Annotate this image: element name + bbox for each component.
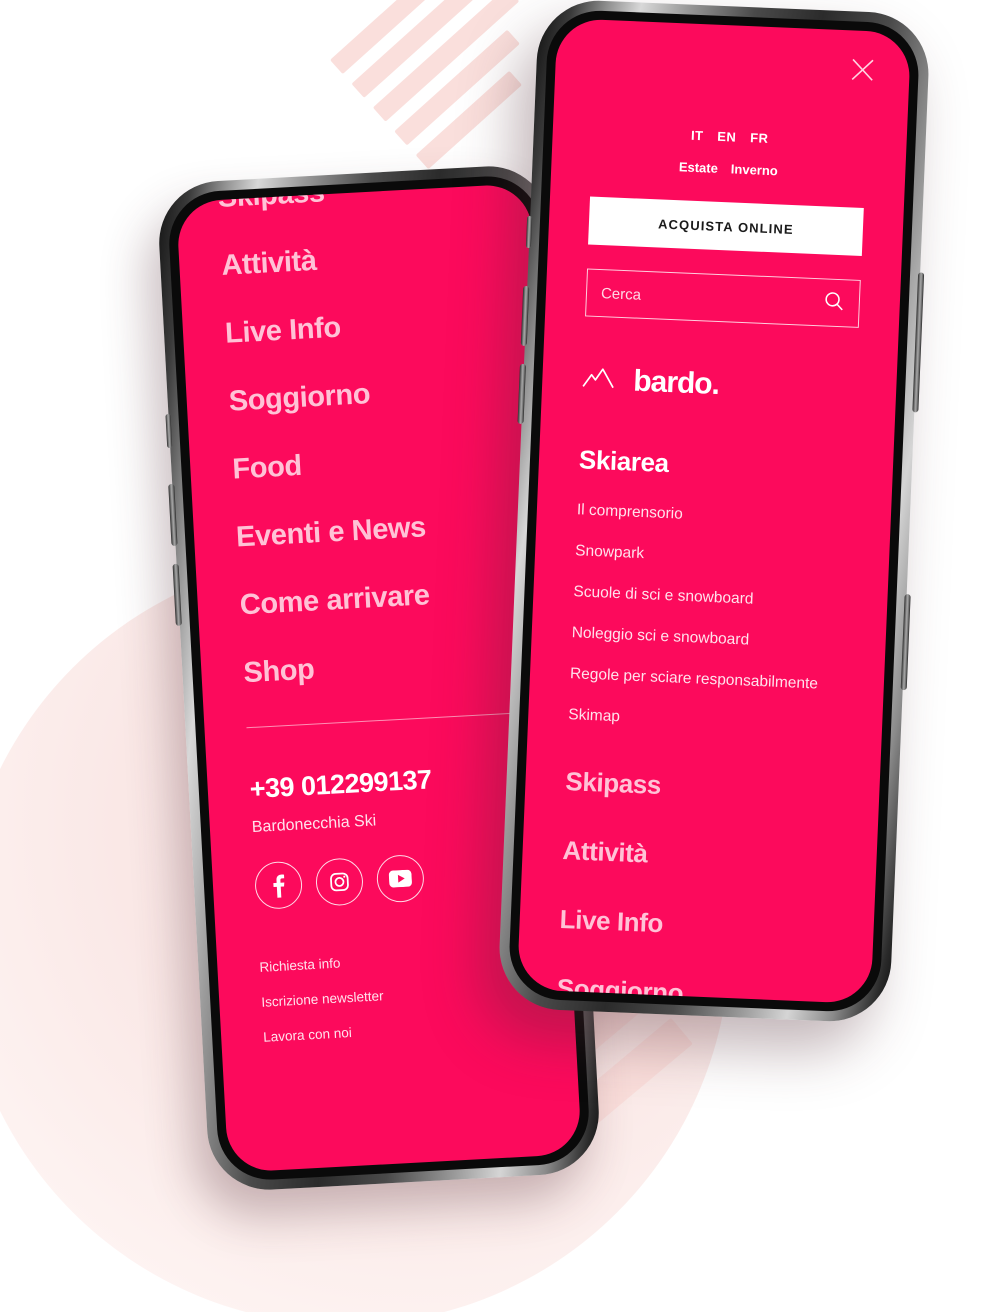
phone-device-front: IT EN FR Estate Inverno ACQUISTA ONLINE … <box>497 0 931 1024</box>
front-nav-item-soggiorno[interactable]: Soggiorno <box>556 973 831 1004</box>
language-option-fr[interactable]: FR <box>750 130 769 146</box>
season-option-estate[interactable]: Estate <box>679 159 719 176</box>
sidebar-item-come-arrivare[interactable]: Come arrivare <box>239 577 510 621</box>
close-icon[interactable] <box>849 56 876 83</box>
phone-bezel-front: IT EN FR Estate Inverno ACQUISTA ONLINE … <box>507 8 921 1014</box>
search-input[interactable]: Cerca <box>585 268 861 328</box>
season-option-inverno[interactable]: Inverno <box>731 161 779 178</box>
instagram-icon[interactable] <box>314 857 365 907</box>
search-placeholder: Cerca <box>600 284 642 304</box>
section-heading-skiarea[interactable]: Skiarea <box>578 444 853 486</box>
youtube-icon[interactable] <box>375 853 426 904</box>
facebook-icon[interactable] <box>253 860 304 910</box>
sub-link-noleggio-sci-e-snowboard[interactable]: Noleggio sci e snowboard <box>571 624 846 653</box>
sidebar-item-skipass[interactable]: Skipass <box>217 183 488 214</box>
sub-link-skimap[interactable]: Skimap <box>568 706 843 735</box>
contact-phone-number[interactable]: +39 012299137 <box>249 760 520 806</box>
sub-link-il-comprensorio[interactable]: Il comprensorio <box>577 501 852 530</box>
side-button-volume-up-front[interactable] <box>520 285 530 347</box>
logo-text: bardo. <box>632 364 720 402</box>
side-button-mute-front[interactable] <box>525 215 533 249</box>
social-links <box>253 848 526 910</box>
language-option-it[interactable]: IT <box>691 128 704 144</box>
footer-link-lavora-con-noi[interactable]: Lavora con noi <box>263 1015 533 1045</box>
search-icon[interactable] <box>822 289 845 317</box>
front-nav-item-attivita[interactable]: Attività <box>562 835 837 877</box>
screen-front: IT EN FR Estate Inverno ACQUISTA ONLINE … <box>516 18 912 1004</box>
menu-divider <box>246 712 517 729</box>
footer-link-iscrizione-newsletter[interactable]: Iscrizione newsletter <box>261 980 531 1010</box>
front-menu-content: IT EN FR Estate Inverno ACQUISTA ONLINE … <box>517 18 911 1004</box>
sub-link-regole-per-sciare-responsabilmente[interactable]: Regole per sciare responsabilmente <box>570 665 845 694</box>
language-option-en[interactable]: EN <box>717 129 736 145</box>
mountain-icon <box>582 366 623 395</box>
sidebar-item-attivita[interactable]: Attività <box>221 237 492 282</box>
sub-link-scuole-di-sci-e-snowboard[interactable]: Scuole di sci e snowboard <box>573 583 848 612</box>
sidebar-item-live-info[interactable]: Live Info <box>224 305 495 350</box>
season-selector: Estate Inverno <box>591 156 865 182</box>
footer-link-richiesta-info[interactable]: Richiesta info <box>259 945 529 975</box>
front-nav-item-skipass[interactable]: Skipass <box>565 766 840 808</box>
site-logo[interactable]: bardo. <box>582 362 857 407</box>
sub-link-snowpark[interactable]: Snowpark <box>575 542 850 571</box>
sidebar-item-food[interactable]: Food <box>232 441 503 486</box>
front-nav-item-live-info[interactable]: Live Info <box>559 904 834 946</box>
side-button-mute[interactable] <box>165 413 173 449</box>
side-button-volume-down-front[interactable] <box>517 363 526 424</box>
sidebar-item-eventi-e-news[interactable]: Eventi e News <box>235 509 506 553</box>
acquista-online-button[interactable]: ACQUISTA ONLINE <box>588 196 864 256</box>
sidebar-item-shop[interactable]: Shop <box>243 645 514 690</box>
sidebar-item-soggiorno[interactable]: Soggiorno <box>228 373 499 418</box>
company-name: Bardonecchia Ski <box>251 812 377 837</box>
language-selector: IT EN FR <box>592 124 866 150</box>
